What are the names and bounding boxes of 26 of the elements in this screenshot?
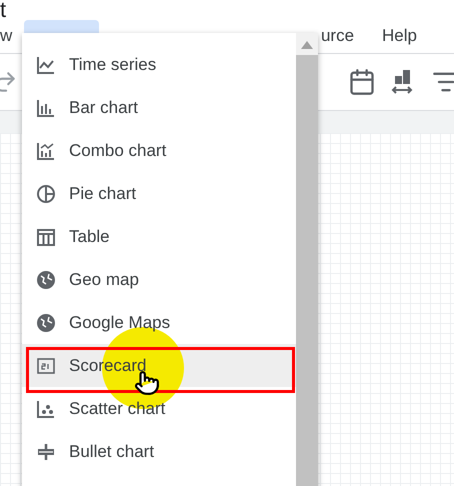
menu-option[interactable]: Google Maps <box>22 301 296 344</box>
hand-cursor-icon <box>134 370 160 396</box>
line-chart-icon <box>36 54 56 74</box>
bullet-chart-icon <box>36 442 56 462</box>
menu-option[interactable]: Bar chart <box>22 86 296 129</box>
menu-item[interactable]: urce <box>320 20 354 52</box>
calendar-icon[interactable] <box>348 68 376 96</box>
scatter-chart-icon <box>36 398 56 418</box>
menu-option[interactable]: Time series <box>22 43 296 86</box>
menu-item[interactable]: w <box>0 20 12 52</box>
scorecard-icon <box>36 356 56 376</box>
menu-option[interactable]: Table <box>22 215 296 258</box>
menu-option[interactable]: Pie chart <box>22 172 296 215</box>
table-icon <box>36 226 56 246</box>
menu-option[interactable]: Bullet chart <box>22 430 296 473</box>
bar-chart-icon <box>36 98 56 118</box>
globe-icon <box>36 312 56 332</box>
menu-option[interactable]: Combo chart <box>22 129 296 172</box>
combo-chart-icon <box>36 140 56 160</box>
menu-item[interactable]: Help <box>382 20 417 52</box>
menu-option[interactable]: Geo map <box>22 258 296 301</box>
chart-swap-icon[interactable] <box>390 68 414 96</box>
app-title: t <box>0 0 6 20</box>
scroll-up-icon[interactable] <box>301 41 313 49</box>
globe-icon <box>36 270 56 290</box>
pie-chart-icon <box>36 184 56 204</box>
